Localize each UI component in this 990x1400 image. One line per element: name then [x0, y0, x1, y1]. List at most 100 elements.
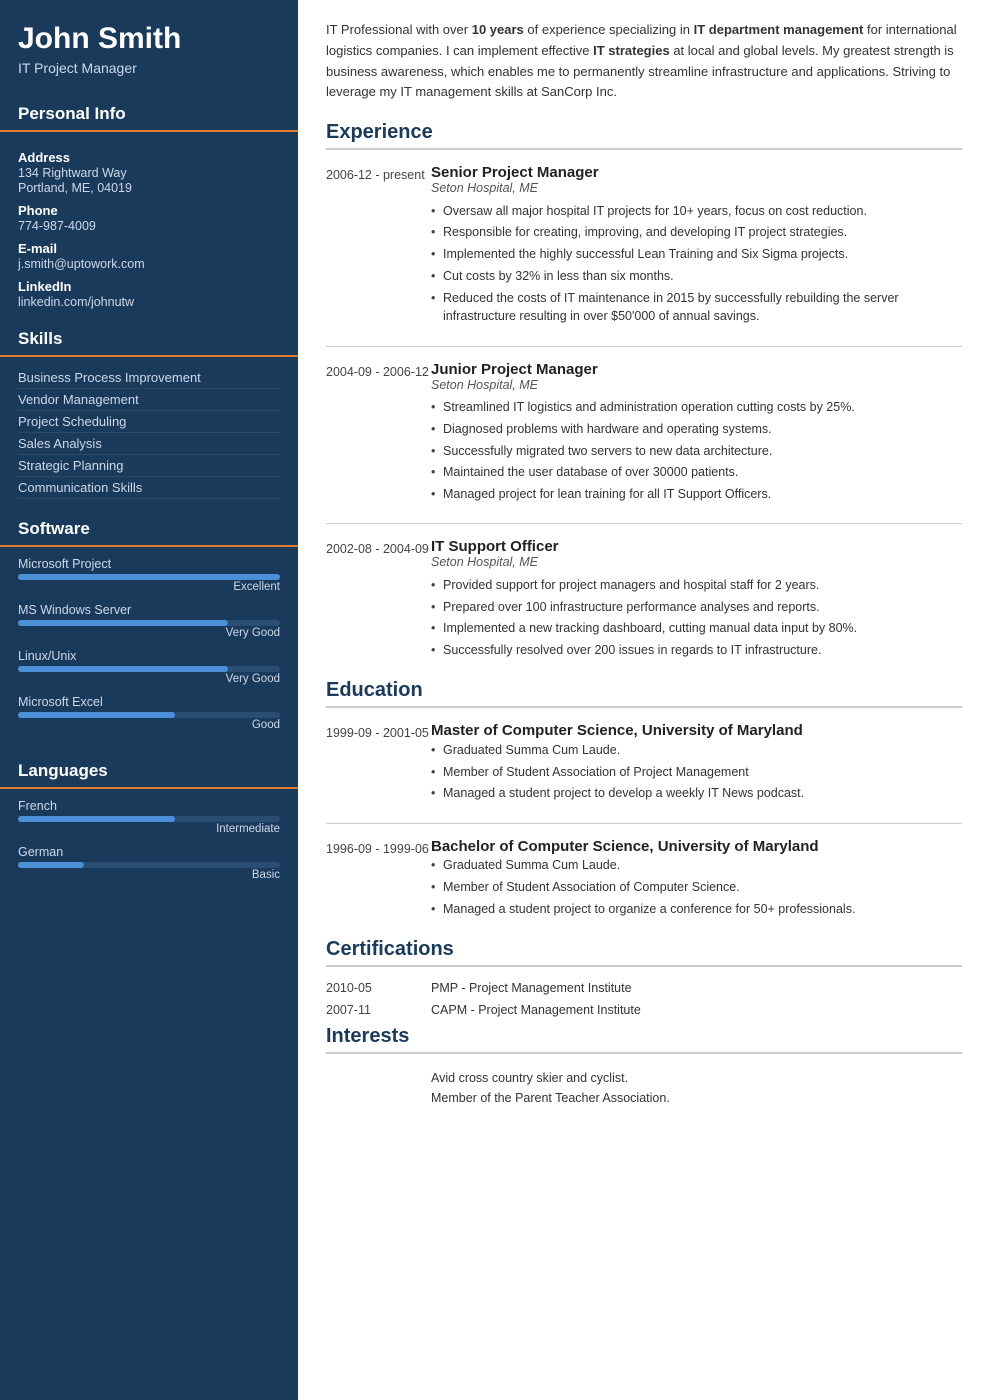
bullet-item: Reduced the costs of IT maintenance in 2… [431, 287, 962, 328]
bullet-item: Diagnosed problems with hardware and ope… [431, 418, 962, 440]
skills-section: Skills Business Process ImprovementVendo… [0, 319, 298, 509]
company-name: Seton Hospital, ME [431, 378, 962, 392]
bullet-item: Prepared over 100 infrastructure perform… [431, 596, 962, 618]
skills-list: Business Process ImprovementVendor Manag… [18, 367, 280, 499]
bullet-item: Graduated Summa Cum Laude. [431, 855, 962, 877]
company-name: Seton Hospital, ME [431, 181, 962, 195]
email-label: E-mail [18, 241, 280, 256]
company-name: Seton Hospital, ME [431, 555, 962, 569]
software-content: Microsoft Project Excellent MS Windows S… [0, 555, 298, 751]
job-title: IT Support Officer [431, 538, 962, 555]
exp-date: 2004-09 - 2006-12 [326, 361, 431, 506]
linkedin-value: linkedin.com/johnutw [18, 295, 280, 309]
skill-bar-fill [18, 620, 228, 626]
bullet-item: Member of Student Association of Compute… [431, 876, 962, 898]
experience-entry: 2002-08 - 2004-09 IT Support Officer Set… [326, 538, 962, 661]
language-name: German [18, 845, 280, 859]
education-entries: 1999-09 - 2001-05 Master of Computer Sci… [326, 722, 962, 920]
address-line1: 134 Rightward Way [18, 166, 280, 180]
software-title: Software [0, 509, 298, 547]
skill-bar-fill [18, 666, 228, 672]
bullet-item: Provided support for project managers an… [431, 574, 962, 596]
skill-bar-fill [18, 712, 175, 718]
edu-date: 1999-09 - 2001-05 [326, 722, 431, 804]
bullet-item: Cut costs by 32% in less than six months… [431, 265, 962, 287]
language-item: German Basic [18, 845, 280, 881]
interest-item: Avid cross country skier and cyclist. [326, 1068, 962, 1088]
skill-bar-bg [18, 620, 280, 626]
candidate-title: IT Project Manager [18, 60, 280, 76]
software-name: MS Windows Server [18, 603, 280, 617]
bullet-item: Successfully migrated two servers to new… [431, 440, 962, 462]
skill-bar-bg [18, 666, 280, 672]
skill-item: Strategic Planning [18, 455, 280, 477]
edu-bullets: Graduated Summa Cum Laude.Member of Stud… [431, 739, 962, 804]
exp-detail: Junior Project Manager Seton Hospital, M… [431, 361, 962, 506]
skill-bar-bg [18, 712, 280, 718]
bullet-item: Member of Student Association of Project… [431, 761, 962, 783]
certification-entry: 2010-05 PMP - Project Management Institu… [326, 981, 962, 995]
exp-date: 2006-12 - present [326, 164, 431, 328]
certifications-title: Certifications [326, 938, 962, 967]
cert-name: CAPM - Project Management Institute [431, 1003, 641, 1017]
edu-bullets: Graduated Summa Cum Laude.Member of Stud… [431, 855, 962, 920]
experience-entries: 2006-12 - present Senior Project Manager… [326, 164, 962, 661]
phone-label: Phone [18, 203, 280, 218]
edu-date: 1996-09 - 1999-06 [326, 838, 431, 920]
interests-title: Interests [326, 1025, 962, 1054]
education-entry: 1996-09 - 1999-06 Bachelor of Computer S… [326, 838, 962, 920]
cert-name: PMP - Project Management Institute [431, 981, 632, 995]
edu-title: Bachelor of Computer Science, University… [431, 838, 962, 855]
bullet-item: Responsible for creating, improving, and… [431, 222, 962, 244]
skill-item: Business Process Improvement [18, 367, 280, 389]
lang-level-label: Basic [18, 869, 280, 881]
lang-level-label: Intermediate [18, 823, 280, 835]
edu-detail: Bachelor of Computer Science, University… [431, 838, 962, 920]
bullet-item: Managed project for lean training for al… [431, 484, 962, 506]
candidate-name: John Smith [18, 22, 280, 55]
certifications-entries: 2010-05 PMP - Project Management Institu… [326, 981, 962, 1017]
cert-date: 2007-11 [326, 1003, 431, 1017]
address-line2: Portland, ME, 04019 [18, 181, 280, 195]
bullet-item: Managed a student project to organize a … [431, 898, 962, 920]
software-item: Linux/Unix Very Good [18, 649, 280, 685]
phone-value: 774-987-4009 [18, 219, 280, 233]
software-name: Microsoft Excel [18, 695, 280, 709]
cert-date: 2010-05 [326, 981, 431, 995]
experience-entry: 2006-12 - present Senior Project Manager… [326, 164, 962, 328]
bullet-item: Maintained the user database of over 300… [431, 462, 962, 484]
job-title: Junior Project Manager [431, 361, 962, 378]
experience-entry: 2004-09 - 2006-12 Junior Project Manager… [326, 361, 962, 506]
sidebar-header: John Smith IT Project Manager [0, 0, 298, 94]
software-item: Microsoft Excel Good [18, 695, 280, 731]
personal-info-section: Personal Info Address 134 Rightward Way … [0, 94, 298, 319]
exp-bullets: Streamlined IT logistics and administrat… [431, 397, 962, 506]
skill-item: Sales Analysis [18, 433, 280, 455]
skill-item: Project Scheduling [18, 411, 280, 433]
languages-content: French Intermediate German Basic [0, 797, 298, 901]
skills-title: Skills [0, 319, 298, 357]
software-item: Microsoft Project Excellent [18, 557, 280, 593]
experience-section: Experience 2006-12 - present Senior Proj… [326, 121, 962, 661]
personal-info-title: Personal Info [0, 94, 298, 132]
education-title: Education [326, 679, 962, 708]
software-item: MS Windows Server Very Good [18, 603, 280, 639]
interest-item: Member of the Parent Teacher Association… [326, 1088, 962, 1108]
languages-title: Languages [0, 751, 298, 789]
interests-section: Interests Avid cross country skier and c… [326, 1025, 962, 1108]
bullet-item: Implemented a new tracking dashboard, cu… [431, 618, 962, 640]
summary-text: IT Professional with over 10 years of ex… [326, 20, 962, 103]
experience-title: Experience [326, 121, 962, 150]
skill-level-label: Good [18, 719, 280, 731]
main-content: IT Professional with over 10 years of ex… [298, 0, 990, 1400]
languages-section: Languages French Intermediate German Bas… [0, 751, 298, 901]
skill-item: Communication Skills [18, 477, 280, 499]
skills-content: Business Process ImprovementVendor Manag… [0, 365, 298, 509]
bullet-item: Implemented the highly successful Lean T… [431, 244, 962, 266]
interests-entries: Avid cross country skier and cyclist.Mem… [326, 1068, 962, 1108]
lang-bar-bg [18, 816, 280, 822]
skill-level-label: Very Good [18, 673, 280, 685]
skill-level-label: Excellent [18, 581, 280, 593]
edu-detail: Master of Computer Science, University o… [431, 722, 962, 804]
lang-bar-fill [18, 862, 84, 868]
